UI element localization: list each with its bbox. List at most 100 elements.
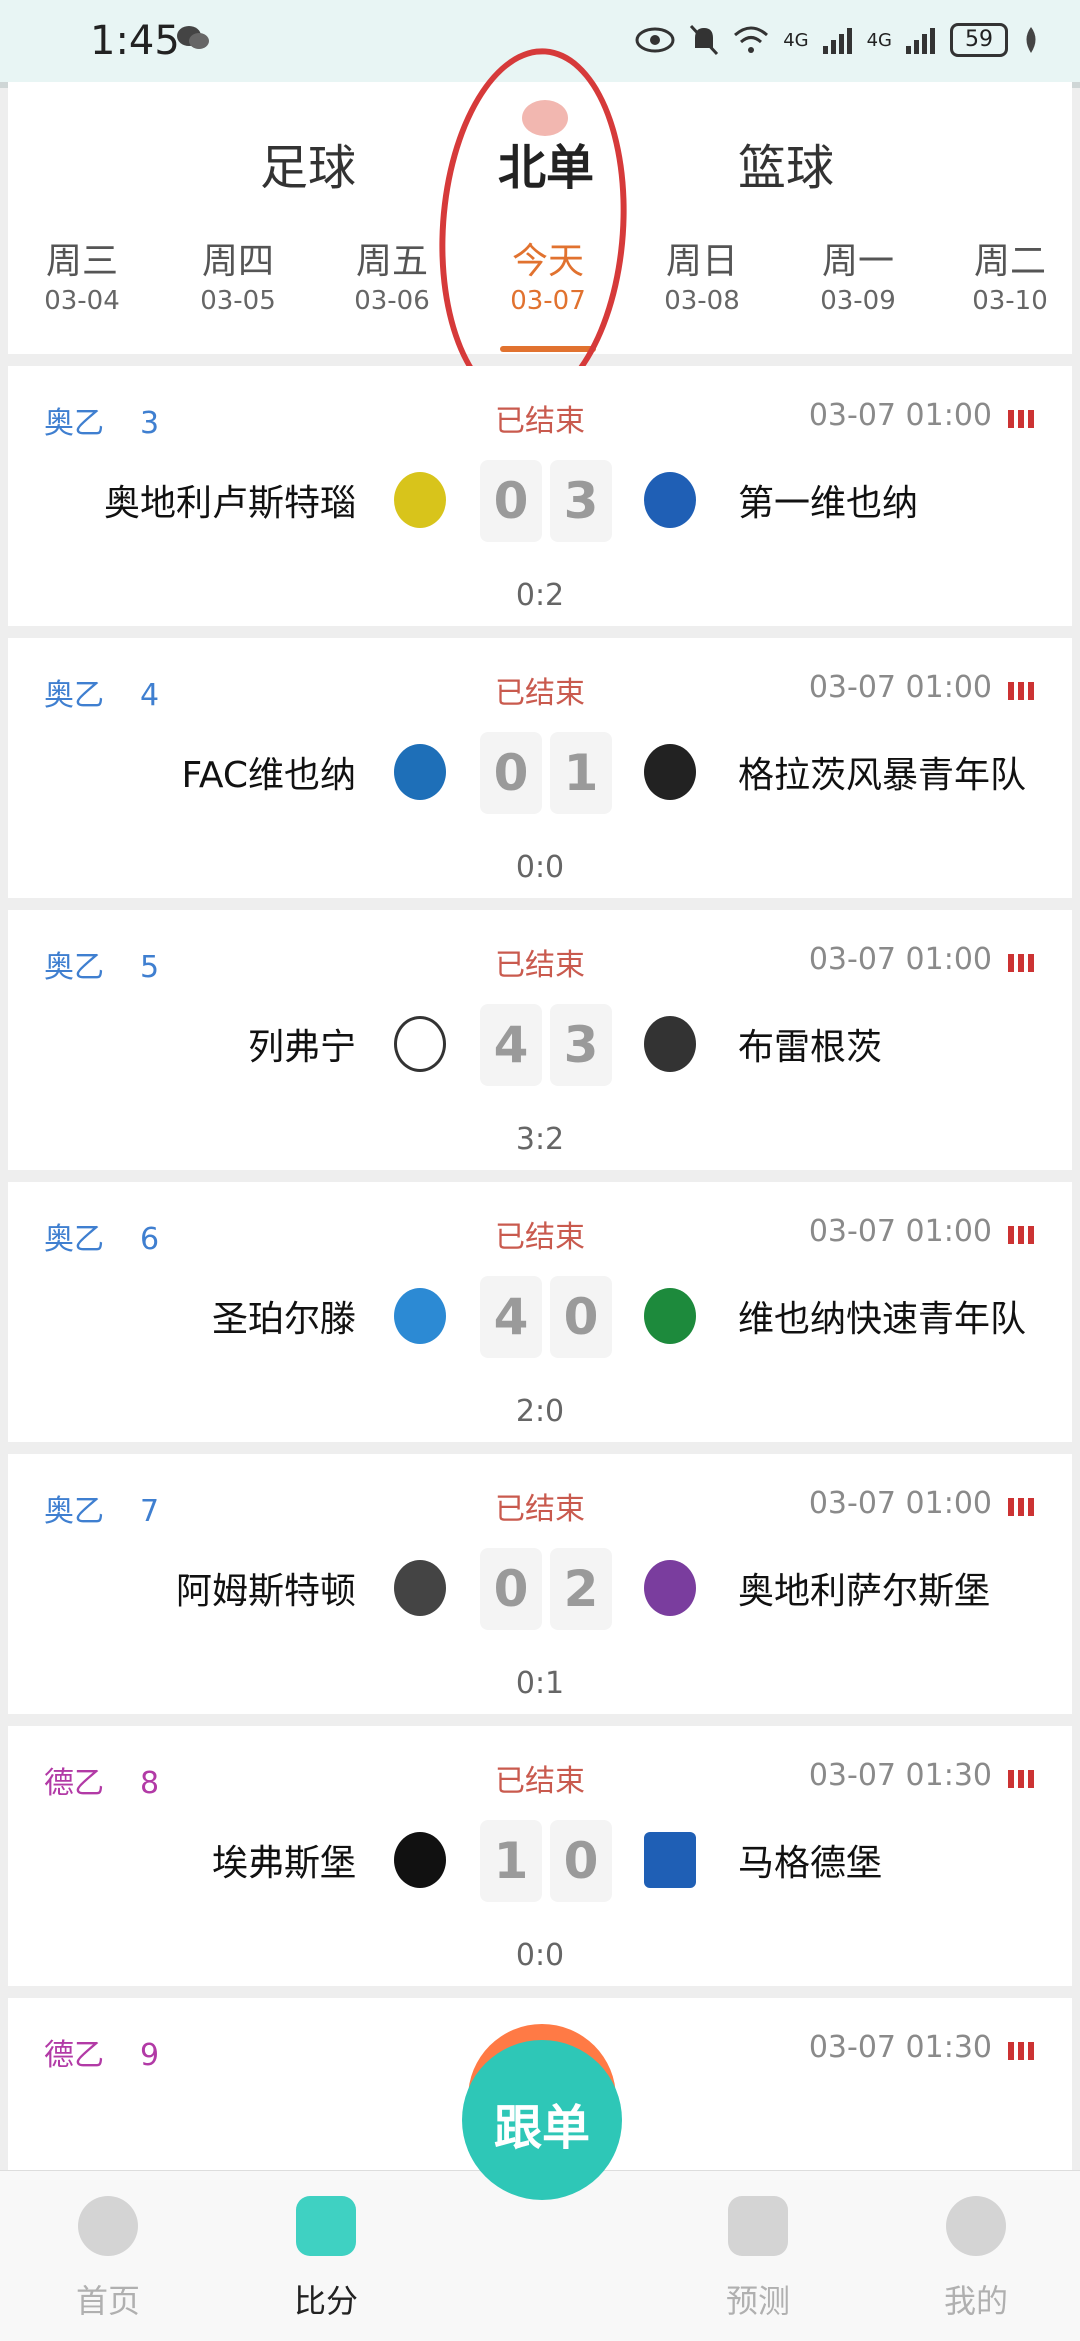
away-team: 奥地利萨尔斯堡 xyxy=(738,1571,991,1612)
day-date: 03-05 xyxy=(200,286,276,316)
match-time: 03-07 01:30 xyxy=(808,1758,992,1793)
network-label-1: 4G xyxy=(783,29,809,51)
home-score: 0 xyxy=(480,1548,542,1630)
day-tab[interactable]: 周日 03-08 xyxy=(642,232,762,316)
day-tab[interactable]: 周四 03-05 xyxy=(178,232,298,316)
away-team-logo xyxy=(644,1016,696,1072)
battery-icon: 59 xyxy=(950,23,1008,57)
home-team-logo xyxy=(394,1560,446,1616)
nav-label: 比分 xyxy=(293,2282,358,2320)
away-score: 0 xyxy=(550,1820,612,1902)
nav-label: 首页 xyxy=(75,2282,140,2320)
ai-chat-icon xyxy=(728,2196,788,2256)
home-score: 1 xyxy=(480,1820,542,1902)
tab-basketball[interactable]: 篮球 xyxy=(738,128,834,198)
away-score: 0 xyxy=(550,1276,612,1358)
day-name: 周日 xyxy=(665,241,738,282)
match-number: 9 xyxy=(140,2038,160,2073)
match-card[interactable]: 奥乙 5 已结束 03-07 01:00 列弗宁 4 3 布雷根茨 3:2 xyxy=(8,910,1072,1170)
nav-score[interactable]: 比分 xyxy=(256,2196,396,2322)
home-score: 0 xyxy=(480,732,542,814)
day-name: 周三 xyxy=(45,241,118,282)
away-team: 马格德堡 xyxy=(738,1843,883,1884)
match-card[interactable]: 奥乙 7 已结束 03-07 01:00 阿姆斯特顿 0 2 奥地利萨尔斯堡 0:… xyxy=(8,1454,1072,1714)
nav-prediction[interactable]: 预测 xyxy=(688,2196,828,2322)
away-team-logo xyxy=(644,1560,696,1616)
home-score: 4 xyxy=(480,1276,542,1358)
day-tab[interactable]: 周一 03-09 xyxy=(798,232,918,316)
match-card[interactable]: 奥乙 3 已结束 03-07 01:00 奥地利卢斯特瑙 0 3 第一维也纳 0:… xyxy=(8,366,1072,626)
away-score: 2 xyxy=(550,1548,612,1630)
follow-button[interactable]: 跟单 xyxy=(462,2040,622,2200)
home-team: 埃弗斯堡 xyxy=(211,1843,356,1884)
leaf-icon xyxy=(1026,27,1036,53)
away-team-logo xyxy=(644,1832,696,1888)
match-time: 03-07 01:00 xyxy=(808,942,992,977)
home-team: 阿姆斯特顿 xyxy=(175,1571,356,1612)
eye-icon xyxy=(635,27,675,53)
half-time-score: 0:1 xyxy=(515,1666,565,1701)
match-time: 03-07 01:30 xyxy=(808,2030,992,2065)
day-name: 周一 xyxy=(821,241,894,282)
home-team: FAC维也纳 xyxy=(181,755,356,796)
stats-bars-icon[interactable] xyxy=(1008,954,1038,972)
stats-bars-icon[interactable] xyxy=(1008,1498,1038,1516)
home-team: 列弗宁 xyxy=(247,1027,356,1068)
stats-bars-icon[interactable] xyxy=(1008,1770,1038,1788)
match-time: 03-07 01:00 xyxy=(808,398,992,433)
away-team: 维也纳快速青年队 xyxy=(738,1299,1027,1340)
league-name: 德乙 xyxy=(44,2038,104,2073)
stats-bars-icon[interactable] xyxy=(1008,410,1038,428)
soccer-ball-icon xyxy=(78,2196,138,2256)
away-team: 格拉茨风暴青年队 xyxy=(738,755,1027,796)
nav-home[interactable]: 首页 xyxy=(38,2196,178,2322)
day-date: 03-06 xyxy=(354,286,430,316)
home-score: 4 xyxy=(480,1004,542,1086)
status-icons: 4G 4G 59 xyxy=(635,18,1040,62)
nav-label: 我的 xyxy=(943,2282,1008,2320)
home-team-logo xyxy=(394,472,446,528)
wechat-icon xyxy=(177,26,209,49)
home-team-logo xyxy=(394,1832,446,1888)
day-date: 03-10 xyxy=(972,286,1048,316)
tab-football[interactable]: 足球 xyxy=(260,128,356,198)
away-score: 1 xyxy=(550,732,612,814)
league-label: 德乙 9 xyxy=(44,2030,159,2074)
signal-icon xyxy=(822,28,852,54)
wifi-icon xyxy=(734,26,769,53)
score-icon xyxy=(296,2196,356,2256)
away-team: 第一维也纳 xyxy=(738,483,919,524)
away-score: 3 xyxy=(550,1004,612,1086)
day-tab[interactable]: 周二 03-10 xyxy=(950,232,1070,316)
day-name: 周四 xyxy=(201,241,274,282)
half-time-score: 3:2 xyxy=(515,1122,565,1157)
day-name: 周二 xyxy=(973,241,1046,282)
half-time-score: 0:2 xyxy=(515,578,565,613)
home-team-logo xyxy=(394,744,446,800)
day-date: 03-09 xyxy=(820,286,896,316)
day-tab[interactable]: 周三 03-04 xyxy=(22,232,142,316)
away-team-logo xyxy=(644,744,696,800)
nav-label: 预测 xyxy=(725,2282,790,2320)
home-team-logo xyxy=(394,1288,446,1344)
profile-icon xyxy=(946,2196,1006,2256)
home-team-logo xyxy=(394,1016,446,1072)
nav-profile[interactable]: 我的 xyxy=(906,2196,1046,2322)
stats-bars-icon[interactable] xyxy=(1008,2042,1038,2060)
stats-bars-icon[interactable] xyxy=(1008,1226,1038,1244)
match-time: 03-07 01:00 xyxy=(808,670,992,705)
home-team: 圣珀尔滕 xyxy=(211,1299,356,1340)
match-card[interactable]: 奥乙 6 已结束 03-07 01:00 圣珀尔滕 4 0 维也纳快速青年队 2:… xyxy=(8,1182,1072,1442)
mute-bell-icon xyxy=(690,24,719,56)
match-card[interactable]: 德乙 8 已结束 03-07 01:30 埃弗斯堡 1 0 马格德堡 0:0 xyxy=(8,1726,1072,1986)
away-score: 3 xyxy=(550,460,612,542)
stats-bars-icon[interactable] xyxy=(1008,682,1038,700)
match-time: 03-07 01:00 xyxy=(808,1214,992,1249)
away-team-logo xyxy=(644,1288,696,1344)
home-score: 0 xyxy=(480,460,542,542)
half-time-score: 2:0 xyxy=(515,1394,565,1429)
match-card[interactable]: 奥乙 4 已结束 03-07 01:00 FAC维也纳 0 1 格拉茨风暴青年队 … xyxy=(8,638,1072,898)
home-team: 奥地利卢斯特瑙 xyxy=(103,483,356,524)
away-team: 布雷根茨 xyxy=(738,1027,883,1068)
day-tab[interactable]: 周五 03-06 xyxy=(332,232,452,316)
